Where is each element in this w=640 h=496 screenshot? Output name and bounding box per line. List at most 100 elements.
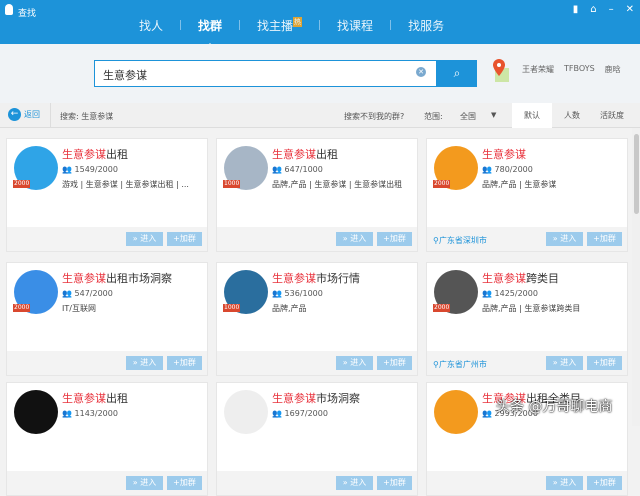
tab-find-group[interactable]: 找群: [181, 17, 239, 47]
group-card[interactable]: 1000 生意参谋市场行情 👥 536/1000 品牌,产品 » 进入 +加群: [216, 262, 418, 376]
enter-button[interactable]: » 进入: [126, 476, 163, 490]
group-avatar[interactable]: [224, 390, 268, 434]
member-count: 👥 1549/2000: [62, 165, 118, 174]
member-count: 👥 647/1000: [272, 165, 323, 174]
group-card[interactable]: 生意参谋市场洞察 👥 1697/2000 » 进入 +加群: [216, 382, 418, 496]
enter-button[interactable]: » 进入: [126, 356, 163, 370]
group-tags: 品牌,产品 | 生意参谋 | 生意参谋出租: [272, 180, 403, 189]
location-map-icon[interactable]: [491, 58, 511, 84]
scrollbar-thumb[interactable]: [634, 134, 639, 214]
enter-button[interactable]: » 进入: [336, 356, 373, 370]
group-card[interactable]: 2000 生意参谋 👥 780/2000 品牌,产品 | 生意参谋 ⚲广东省深圳…: [426, 138, 628, 252]
card-footer: » 进入 +加群: [7, 351, 207, 375]
group-tags: IT/互联网: [62, 304, 96, 313]
tab-find-people[interactable]: 找人: [122, 17, 180, 34]
filter-bar: ← 返回 搜索: 生意参谋 搜索不到我的群? 范围: 全国 ▼ 默认 人数 活跃度: [0, 103, 640, 128]
hot-badge: 热: [293, 17, 303, 27]
group-name[interactable]: 生意参谋出租: [272, 146, 338, 162]
group-avatar[interactable]: [434, 390, 478, 434]
members-icon: 👥: [482, 409, 495, 418]
back-button[interactable]: ← 返回: [8, 108, 40, 121]
card-footer: ⚲广东省广州市 » 进入 +加群: [427, 351, 627, 375]
feedback-icon[interactable]: ▮: [573, 4, 579, 15]
join-group-button[interactable]: +加群: [167, 356, 202, 370]
group-name[interactable]: 生意参谋: [482, 146, 526, 162]
members-icon: 👥: [272, 409, 285, 418]
card-footer: » 进入 +加群: [7, 471, 207, 495]
join-group-button[interactable]: +加群: [167, 476, 202, 490]
search-area: 生意参谋 ✕ ⌕ 王者荣耀 TFBOYS 鹿晗: [0, 44, 640, 103]
hot-word[interactable]: TFBOYS: [564, 64, 595, 75]
join-group-button[interactable]: +加群: [167, 232, 202, 246]
join-group-button[interactable]: +加群: [587, 476, 622, 490]
join-group-button[interactable]: +加群: [377, 476, 412, 490]
group-name[interactable]: 生意参谋出租市场洞察: [62, 270, 172, 286]
capacity-badge: 2000: [433, 180, 451, 188]
group-name[interactable]: 生意参谋出租: [62, 146, 128, 162]
card-footer: » 进入 +加群: [217, 351, 417, 375]
members-icon: 👥: [272, 289, 285, 298]
group-card[interactable]: 2000 生意参谋跨类目 👥 1425/2000 品牌,产品 | 生意参谋跨类目…: [426, 262, 628, 376]
enter-button[interactable]: » 进入: [336, 232, 373, 246]
tab-find-course[interactable]: 找课程: [320, 17, 390, 34]
hot-word[interactable]: 王者荣耀: [522, 64, 554, 75]
title-bar: 查找 ▮ ⌂ – ✕ 找人 找群 找主播热 找课程 找服务: [0, 0, 640, 47]
group-name[interactable]: 生意参谋跨类目: [482, 270, 559, 286]
group-avatar[interactable]: [14, 390, 58, 434]
join-group-button[interactable]: +加群: [587, 356, 622, 370]
members-icon: 👥: [482, 165, 495, 174]
enter-button[interactable]: » 进入: [546, 356, 583, 370]
qq-logo-icon: [5, 4, 13, 15]
close-button[interactable]: ✕: [626, 4, 634, 15]
join-group-button[interactable]: +加群: [587, 232, 622, 246]
group-card[interactable]: 2000 生意参谋出租 👥 1549/2000 游戏 | 生意参谋 | 生意参谋…: [6, 138, 208, 252]
location: ⚲广东省深圳市: [433, 236, 487, 245]
members-icon: 👥: [482, 289, 495, 298]
search-icon: ⌕: [453, 66, 461, 80]
join-group-button[interactable]: +加群: [377, 232, 412, 246]
group-tags: 品牌,产品 | 生意参谋跨类目: [482, 304, 581, 313]
group-name[interactable]: 生意参谋市场洞察: [272, 390, 360, 406]
search-input[interactable]: 生意参谋: [94, 60, 437, 87]
card-footer: » 进入 +加群: [427, 471, 627, 495]
group-card[interactable]: 生意参谋出租 👥 1143/2000 » 进入 +加群: [6, 382, 208, 496]
range-select[interactable]: 全国: [460, 111, 476, 122]
hot-word[interactable]: 鹿晗: [605, 64, 621, 75]
not-found-link[interactable]: 搜索不到我的群?: [344, 111, 404, 122]
members-icon: 👥: [272, 165, 285, 174]
clear-icon[interactable]: ✕: [416, 67, 426, 77]
sort-default[interactable]: 默认: [512, 103, 552, 128]
card-footer: » 进入 +加群: [217, 471, 417, 495]
group-name[interactable]: 生意参谋出租: [62, 390, 128, 406]
window-title: 查找: [18, 9, 37, 19]
group-card[interactable]: 1000 生意参谋出租 👥 647/1000 品牌,产品 | 生意参谋 | 生意…: [216, 138, 418, 252]
main-tabs: 找人 找群 找主播热 找课程 找服务: [122, 17, 461, 47]
skin-icon[interactable]: ⌂: [590, 4, 596, 15]
members-icon: 👥: [62, 289, 75, 298]
tab-find-streamer[interactable]: 找主播热: [240, 17, 319, 34]
group-name[interactable]: 生意参谋市场行情: [272, 270, 360, 286]
enter-button[interactable]: » 进入: [336, 476, 373, 490]
sort-activity[interactable]: 活跃度: [592, 103, 632, 128]
arrow-left-icon: ←: [8, 108, 21, 121]
minimize-button[interactable]: –: [609, 4, 614, 15]
capacity-badge: 1000: [223, 180, 241, 188]
enter-button[interactable]: » 进入: [126, 232, 163, 246]
group-card[interactable]: 2000 生意参谋出租市场洞察 👥 547/2000 IT/互联网 » 进入 +…: [6, 262, 208, 376]
member-count: 👥 1697/2000: [272, 409, 328, 418]
group-tags: 游戏 | 生意参谋 | 生意参谋出租 | ...: [62, 180, 189, 189]
enter-button[interactable]: » 进入: [546, 476, 583, 490]
search-button[interactable]: ⌕: [437, 60, 477, 87]
location: ⚲广东省广州市: [433, 360, 487, 369]
tab-find-service[interactable]: 找服务: [391, 17, 461, 34]
card-footer: » 进入 +加群: [7, 227, 207, 251]
enter-button[interactable]: » 进入: [546, 232, 583, 246]
members-icon: 👥: [62, 165, 75, 174]
chevron-down-icon[interactable]: ▼: [491, 111, 496, 119]
join-group-button[interactable]: +加群: [377, 356, 412, 370]
capacity-badge: 2000: [13, 304, 31, 312]
search-summary: 搜索: 生意参谋: [60, 112, 114, 121]
range-label: 范围:: [424, 112, 443, 121]
sort-members[interactable]: 人数: [552, 103, 592, 128]
member-count: 👥 547/2000: [62, 289, 113, 298]
